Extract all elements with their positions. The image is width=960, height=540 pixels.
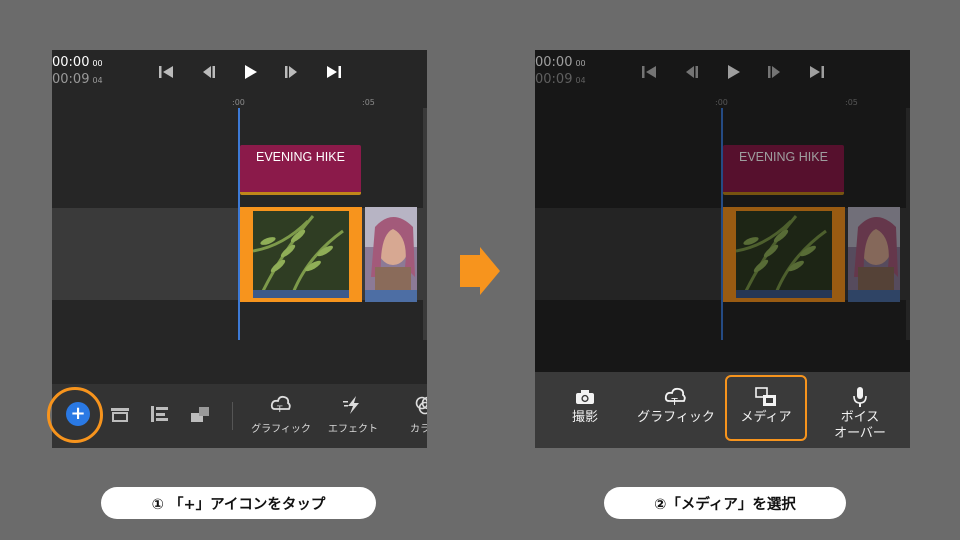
audio-bar xyxy=(253,290,349,298)
current-timecode: 00:00 00 xyxy=(52,55,103,70)
audio-waveform xyxy=(365,290,417,302)
svg-text:T: T xyxy=(671,397,679,408)
tool-effects[interactable]: エフェクト xyxy=(318,394,388,435)
align-icon[interactable] xyxy=(150,405,170,423)
step-arrow-icon xyxy=(460,247,500,295)
microphone-icon xyxy=(817,384,903,410)
menu-item-voiceover[interactable]: ボイス オーバー xyxy=(817,372,903,448)
ruler-mark-label: :05 xyxy=(362,98,375,107)
transport-controls xyxy=(145,64,355,80)
next-video-clip[interactable] xyxy=(365,207,417,302)
play-icon[interactable] xyxy=(229,64,271,80)
dim-overlay[interactable] xyxy=(535,50,910,372)
selected-video-clip[interactable] xyxy=(240,207,362,302)
step-back-icon[interactable] xyxy=(187,64,229,80)
color-icon xyxy=(390,394,427,416)
add-button-highlight xyxy=(47,387,103,443)
graphics-icon: T xyxy=(246,394,316,416)
tool-graphics[interactable]: T グラフィック xyxy=(246,394,316,435)
toolbar-divider xyxy=(232,402,233,430)
skip-to-end-icon[interactable] xyxy=(313,64,355,80)
editor-panel-step1: 00:00 00 00:09 04 :00 :05 EVENING HIKE +… xyxy=(52,50,427,448)
ruler-start-label: :00 xyxy=(232,98,245,107)
crop-icon[interactable] xyxy=(190,405,210,423)
step1-caption: ① 「+」アイコンをタップ xyxy=(101,487,376,519)
add-menu: 撮影 T グラフィック メディア ボイス オーバー xyxy=(535,372,910,448)
editor-panel-step2: 00:00 00 00:09 04 :00 :05 EVENING HIKE 撮… xyxy=(535,50,910,448)
portrait-thumbnail xyxy=(365,207,417,290)
fern-thumbnail xyxy=(253,211,349,293)
bottom-toolbar: + T グラフィック エフェクト カラー xyxy=(52,384,427,448)
total-timecode: 00:09 04 xyxy=(52,72,103,87)
step-forward-icon[interactable] xyxy=(271,64,313,80)
menu-item-graphics[interactable]: T グラフィック xyxy=(633,372,719,448)
effects-icon xyxy=(318,394,388,416)
skip-to-start-icon[interactable] xyxy=(145,64,187,80)
media-highlight xyxy=(725,375,807,441)
clip-icon[interactable] xyxy=(110,405,130,423)
playhead[interactable] xyxy=(238,108,240,340)
menu-item-capture[interactable]: 撮影 xyxy=(545,372,625,448)
graphics-icon: T xyxy=(633,384,719,410)
title-clip[interactable]: EVENING HIKE xyxy=(240,145,361,195)
svg-text:T: T xyxy=(276,405,283,415)
tool-color[interactable]: カラー xyxy=(390,394,427,435)
step2-caption: ②「メディア」を選択 xyxy=(604,487,846,519)
timeline-scrollbar[interactable] xyxy=(423,108,427,340)
camera-icon xyxy=(545,384,625,410)
